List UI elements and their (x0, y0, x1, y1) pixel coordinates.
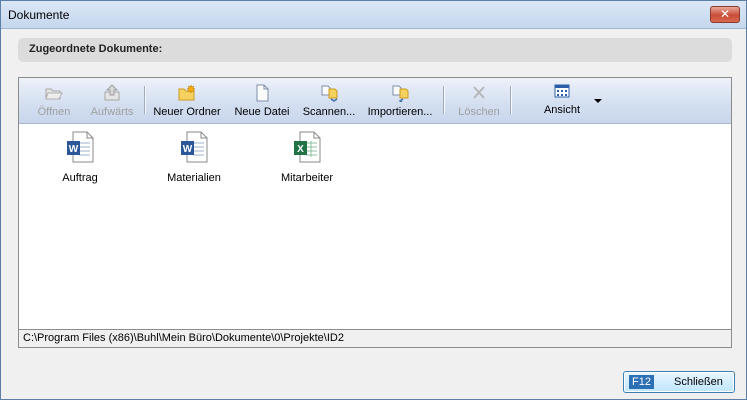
new-folder-icon (178, 84, 196, 101)
folder-open-icon (45, 88, 63, 100)
excel-document-icon: X (294, 131, 321, 163)
up-label: Aufwärts (90, 106, 134, 118)
svg-text:W: W (183, 144, 193, 155)
title-bar: Dokumente ✕ (1, 1, 746, 29)
import-icon (392, 85, 409, 102)
file-list: W Auftrag W Materialien X Mitarbeiter (19, 125, 731, 331)
up-button[interactable]: Aufwärts (85, 84, 139, 120)
toolbar-separator (510, 86, 511, 114)
view-button[interactable]: Ansicht (534, 82, 590, 118)
current-path: C:\Program Files (x86)\Buhl\Mein Büro\Do… (19, 329, 731, 347)
file-item[interactable]: W Materialien (149, 131, 239, 184)
scan-icon (321, 85, 338, 102)
new-file-label: Neue Datei (234, 106, 290, 118)
document-explorer: Öffnen Aufwärts Neuer Ordner Neue Datei … (18, 77, 732, 348)
view-label: Ansicht (543, 104, 581, 116)
window-close-button[interactable]: ✕ (710, 6, 740, 23)
folder-up-icon (104, 84, 120, 101)
assigned-documents-header: Zugeordnete Dokumente: (18, 38, 732, 62)
word-document-icon: W (67, 131, 94, 163)
delete-button[interactable]: Löschen (452, 84, 506, 120)
view-dropdown-arrow-icon[interactable] (593, 98, 603, 104)
explorer-toolbar: Öffnen Aufwärts Neuer Ordner Neue Datei … (19, 78, 731, 124)
view-grid-icon (554, 84, 570, 98)
scan-button[interactable]: Scannen... (300, 84, 358, 120)
new-folder-button[interactable]: Neuer Ordner (151, 84, 223, 120)
svg-text:X: X (297, 144, 304, 155)
assigned-documents-label: Zugeordnete Dokumente: (29, 43, 163, 55)
import-button[interactable]: Importieren... (364, 84, 436, 120)
file-item[interactable]: X Mitarbeiter (262, 131, 352, 184)
new-folder-label: Neuer Ordner (153, 106, 221, 118)
import-label: Importieren... (367, 106, 433, 118)
file-name: Materialien (167, 172, 221, 184)
shortcut-key-badge: F12 (629, 375, 654, 389)
close-icon: ✕ (719, 7, 731, 21)
file-name: Auftrag (62, 172, 98, 184)
new-file-icon (256, 84, 269, 102)
svg-text:W: W (69, 144, 79, 155)
window-title: Dokumente (8, 8, 70, 22)
close-dialog-button[interactable]: F12 Schließen (623, 371, 735, 393)
documents-dialog: Dokumente ✕ Zugeordnete Dokumente: Öffne… (0, 0, 747, 400)
delete-label: Löschen (458, 106, 500, 118)
scan-label: Scannen... (302, 106, 356, 118)
toolbar-separator (144, 86, 145, 114)
toolbar-separator (443, 86, 444, 114)
word-document-icon: W (181, 131, 208, 163)
new-file-button[interactable]: Neue Datei (231, 84, 293, 120)
file-name: Mitarbeiter (281, 172, 333, 184)
close-dialog-label: Schließen (674, 376, 723, 388)
file-item[interactable]: W Auftrag (35, 131, 125, 184)
delete-icon (473, 86, 485, 99)
open-label: Öffnen (37, 106, 71, 118)
open-button[interactable]: Öffnen (29, 84, 79, 120)
